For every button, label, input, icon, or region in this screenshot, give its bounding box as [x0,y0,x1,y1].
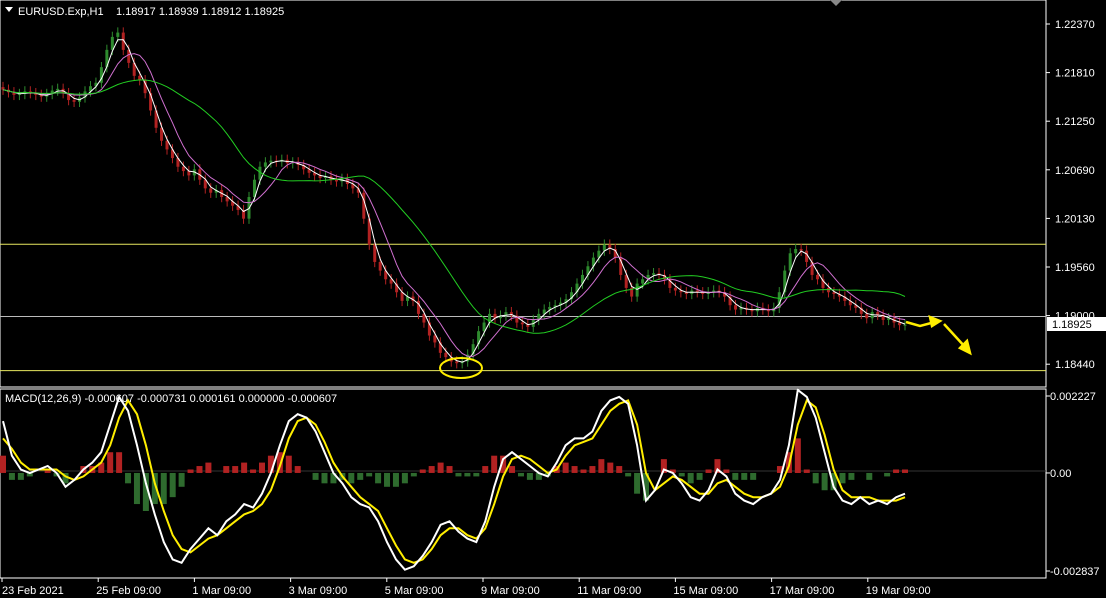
time-tick-label: 15 Mar 09:00 [673,585,738,597]
trading-chart[interactable]: EURUSD.Exp,H1 1.18917 1.18939 1.18912 1.… [0,0,1106,598]
candle-body [1,87,5,90]
macd-tick-label: -0.002837 [1050,566,1100,578]
current-price-value: 1.18925 [1052,319,1092,331]
price-panel[interactable] [0,0,1047,388]
current-price-tag: 1.18925 [1047,317,1106,331]
candle-body [72,100,76,102]
candle-body [602,244,606,251]
candle-body [816,274,820,280]
macd-axis: 0.002227 0.00 -0.002837 [1046,391,1100,578]
candle-body [378,261,382,271]
candle-body [444,352,448,358]
candle-body [263,162,267,167]
candle-body [635,283,639,297]
time-tick-label: 9 Mar 09:00 [481,585,540,597]
candle-body [455,361,459,364]
time-tick-label: 19 Mar 09:00 [866,585,931,597]
candle-body [876,312,880,315]
candle-body [799,248,803,251]
symbol-header: EURUSD.Exp,H1 1.18917 1.18939 1.18912 1.… [5,6,284,18]
candle-body [433,335,437,343]
symbol-label: EURUSD.Exp,H1 [18,6,104,18]
candle-body [734,305,738,310]
candle-body [652,273,656,275]
candle-body [56,88,60,91]
candle-body [520,322,524,325]
time-tick-label: 5 Mar 09:00 [385,585,444,597]
candle-body [373,244,377,262]
macd-tick-label: 0.002227 [1050,391,1096,403]
price-tick-label: 1.21250 [1055,116,1095,128]
price-tick-label: 1.22370 [1055,19,1095,31]
price-tick-label: 1.20130 [1055,213,1095,225]
time-tick-label: 3 Mar 09:00 [289,585,348,597]
time-tick-label: 11 Mar 09:00 [577,585,641,597]
candle-body [794,248,798,254]
time-axis: 23 Feb 2021 25 Feb 09:00 1 Mar 09:00 3 Mar … [1,578,931,597]
price-tick-label: 1.21810 [1055,68,1095,80]
candle-body [269,160,273,163]
time-tick-label: 23 Feb 2021 [2,585,64,597]
candle-body [903,324,907,326]
candle-body [181,166,185,172]
time-tick-label: 17 Mar 09:00 [770,585,835,597]
candle-body [641,279,645,284]
macd-header: MACD(12,26,9) -0.000607 -0.000731 0.0001… [5,393,337,405]
ohlc-values: 1.18917 1.18939 1.18912 1.18925 [116,6,284,18]
candle-body [673,287,677,291]
time-tick-label: 25 Feb 09:00 [96,585,161,597]
candle-body [865,313,869,319]
time-tick-label: 1 Mar 09:00 [192,585,251,597]
candle-body [334,179,338,182]
macd-tick-label: 0.00 [1050,468,1071,480]
price-tick-label: 1.20690 [1055,165,1095,177]
candle-body [116,32,120,37]
candle-body [209,188,213,193]
price-tick-label: 1.19560 [1055,262,1095,274]
price-tick-label: 1.18440 [1055,359,1095,371]
